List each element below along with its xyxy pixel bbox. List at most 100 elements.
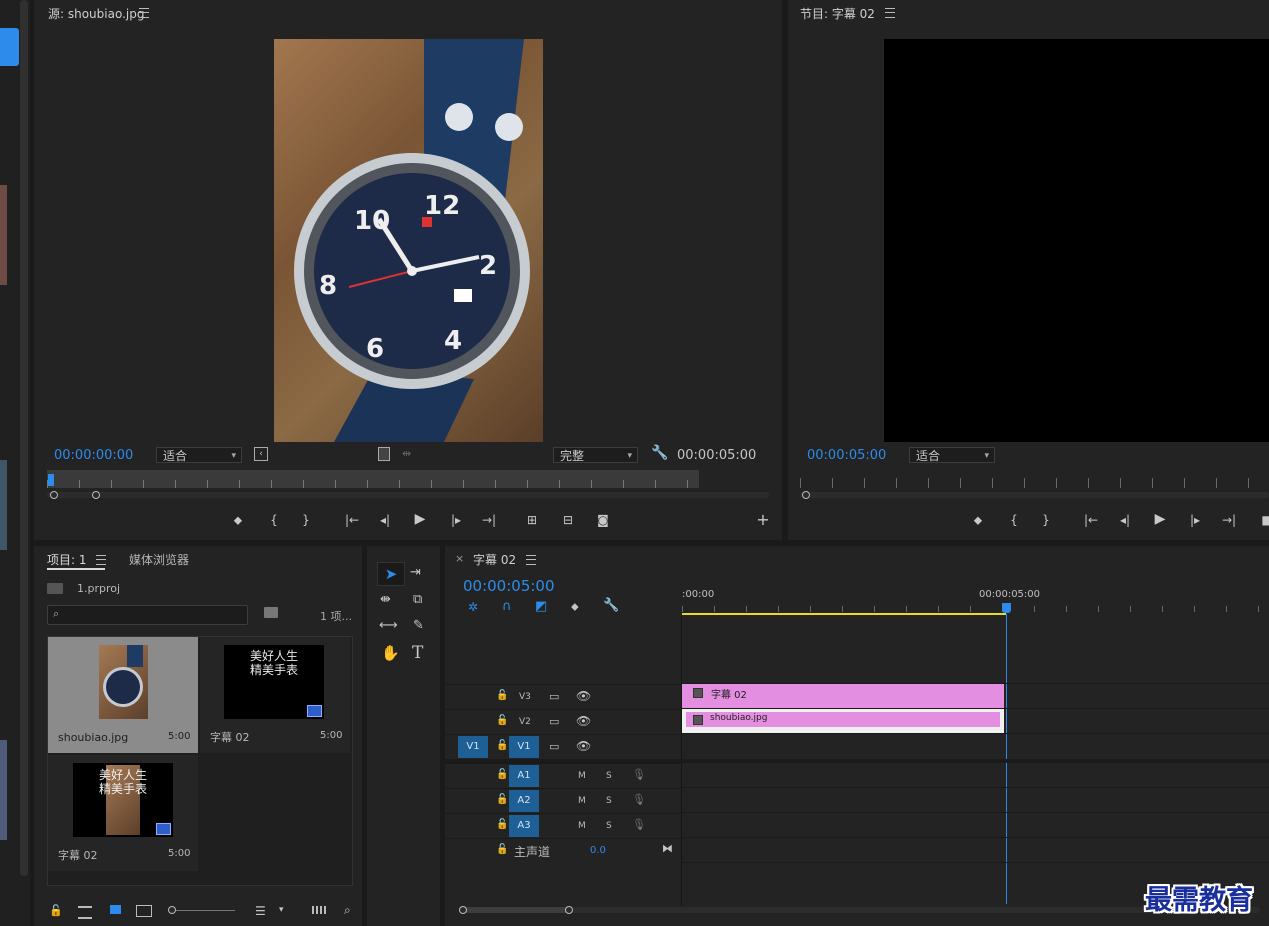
add-marker-icon[interactable]: ⬥: [571, 600, 579, 614]
play-icon[interactable]: ▶: [411, 511, 429, 527]
toggle-sync-icon[interactable]: ▭: [549, 740, 559, 753]
go-to-in-icon[interactable]: |←: [1082, 512, 1100, 528]
mute-button[interactable]: M: [578, 821, 586, 831]
source-zoom-handle-left[interactable]: [50, 491, 58, 499]
go-to-out-icon[interactable]: →|: [480, 512, 498, 528]
timeline-menu-icon[interactable]: [526, 555, 536, 565]
source-zoom-handle-right[interactable]: [92, 491, 100, 499]
play-icon[interactable]: ▶: [1151, 511, 1169, 527]
timeline-timecode[interactable]: 00:00:05:00: [463, 577, 555, 595]
timeline-zoom-handle-left[interactable]: [459, 906, 467, 914]
mark-out-icon[interactable]: }: [1037, 512, 1055, 528]
timeline-settings-icon[interactable]: 🔧: [603, 598, 619, 613]
track-target-v1[interactable]: V1: [509, 736, 539, 758]
settings-toggle-icon[interactable]: ‹: [254, 447, 268, 461]
source-monitor-title[interactable]: 源: shoubiao.jpg: [48, 5, 144, 22]
drag-video-icon[interactable]: [378, 447, 390, 461]
insert-icon[interactable]: ⊞: [523, 512, 541, 528]
clip-title-02[interactable]: 字幕 02: [682, 684, 1004, 708]
razor-icon[interactable]: ⧉: [413, 592, 422, 607]
go-to-out-icon[interactable]: →|: [1220, 512, 1238, 528]
microphone-icon[interactable]: 🎙: [632, 793, 646, 806]
close-icon[interactable]: ×: [455, 552, 464, 565]
toggle-sync-icon[interactable]: ▭: [549, 690, 559, 703]
eye-icon[interactable]: 👁: [576, 739, 591, 753]
solo-button[interactable]: S: [606, 821, 612, 831]
track-select-icon[interactable]: ⇥: [410, 565, 421, 580]
type-tool-icon[interactable]: T: [412, 643, 423, 663]
solo-button[interactable]: S: [606, 771, 612, 781]
step-forward-icon[interactable]: |▸: [447, 512, 465, 528]
mute-button[interactable]: M: [578, 771, 586, 781]
mute-button[interactable]: M: [578, 796, 586, 806]
source-timecode-in[interactable]: 00:00:00:00: [54, 448, 133, 463]
eye-icon[interactable]: 👁: [576, 689, 591, 703]
source-quality-dropdown[interactable]: 完整 ▾: [553, 447, 638, 463]
mark-in-icon[interactable]: {: [265, 512, 283, 528]
lock-icon[interactable]: 🔓: [496, 769, 508, 780]
add-button-icon[interactable]: +: [754, 512, 772, 528]
list-view-icon[interactable]: [78, 906, 92, 919]
tab-project[interactable]: 项目: 1: [47, 551, 87, 568]
snap-icon[interactable]: ∩: [502, 599, 512, 614]
export-frame-icon[interactable]: ◙: [594, 512, 612, 528]
overwrite-icon[interactable]: ⊟: [559, 512, 577, 528]
edge-blue-tab[interactable]: [0, 28, 19, 66]
source-zoom-scrollbar[interactable]: [47, 492, 769, 498]
timeline-playhead-head[interactable]: [1002, 603, 1011, 613]
track-target-a3[interactable]: A3: [509, 815, 539, 837]
source-playhead[interactable]: [48, 474, 54, 486]
lock-icon[interactable]: 🔓: [496, 819, 508, 830]
slip-tool-icon[interactable]: ⟷: [379, 618, 398, 633]
step-back-icon[interactable]: ◂|: [1116, 512, 1134, 528]
selection-tool-icon[interactable]: ➤: [377, 562, 405, 586]
sort-icon[interactable]: ☰: [255, 904, 266, 918]
mark-out-icon[interactable]: }: [297, 512, 315, 528]
new-bin-icon[interactable]: [264, 607, 278, 618]
program-zoom-scrollbar[interactable]: [800, 492, 1269, 498]
nest-toggle-icon[interactable]: ✲: [468, 600, 478, 614]
timeline-scroll-thumb[interactable]: [460, 907, 570, 913]
toggle-sync-icon[interactable]: ▭: [549, 715, 559, 728]
automate-icon[interactable]: [312, 906, 326, 914]
timeline-tab[interactable]: 字幕 02: [473, 551, 516, 568]
track-target-a2[interactable]: A2: [509, 790, 539, 812]
zoom-slider[interactable]: [171, 910, 235, 911]
add-marker-icon[interactable]: ⬥: [969, 512, 987, 528]
lock-icon[interactable]: 🔓: [49, 904, 63, 917]
drag-audio-icon[interactable]: ⇹: [402, 447, 411, 460]
lock-icon[interactable]: 🔓: [496, 715, 508, 726]
microphone-icon[interactable]: 🎙: [632, 768, 646, 781]
program-time-ruler[interactable]: [800, 478, 1269, 488]
mark-in-icon[interactable]: {: [1005, 512, 1023, 528]
timeline-zoom-handle-right[interactable]: [565, 906, 573, 914]
program-timecode[interactable]: 00:00:05:00: [807, 448, 886, 463]
wrench-icon[interactable]: 🔧: [651, 445, 668, 461]
work-area-bar[interactable]: [682, 613, 1006, 615]
timeline-ruler[interactable]: :00:00 00:00:05:00: [682, 584, 1269, 616]
zoom-slider-handle[interactable]: [168, 906, 176, 914]
program-zoom-dropdown[interactable]: 适合 ▾: [909, 447, 995, 463]
solo-button[interactable]: S: [606, 796, 612, 806]
add-marker-icon[interactable]: ⬥: [229, 512, 247, 528]
lock-icon[interactable]: 🔓: [496, 740, 508, 751]
track-target-a1[interactable]: A1: [509, 765, 539, 787]
hand-tool-icon[interactable]: ✋: [381, 644, 400, 662]
lock-icon[interactable]: 🔓: [496, 794, 508, 805]
program-menu-icon[interactable]: [885, 8, 895, 18]
ripple-edit-icon[interactable]: ⇼: [380, 592, 391, 607]
pen-tool-icon[interactable]: ✎: [413, 618, 424, 633]
icon-view-icon[interactable]: [110, 905, 121, 914]
linked-selection-icon[interactable]: ◩: [535, 599, 547, 614]
freeform-view-icon[interactable]: [136, 905, 152, 917]
source-patch-v1[interactable]: V1: [458, 736, 488, 758]
search-input[interactable]: ⌕: [47, 605, 248, 625]
project-item-sequence-02[interactable]: 美好人生 精美手表 字幕 02 5:00: [48, 755, 198, 871]
lift-icon[interactable]: ■: [1258, 512, 1269, 528]
source-zoom-dropdown[interactable]: 适合 ▾: [156, 447, 242, 463]
project-item-shoubiao[interactable]: shoubiao.jpg 5:00: [48, 637, 198, 753]
source-menu-icon[interactable]: [139, 8, 149, 18]
project-item-title-02[interactable]: 美好人生 精美手表 字幕 02 5:00: [200, 637, 350, 753]
project-menu-icon[interactable]: [96, 555, 106, 565]
master-volume-value[interactable]: 0.0: [590, 845, 606, 856]
